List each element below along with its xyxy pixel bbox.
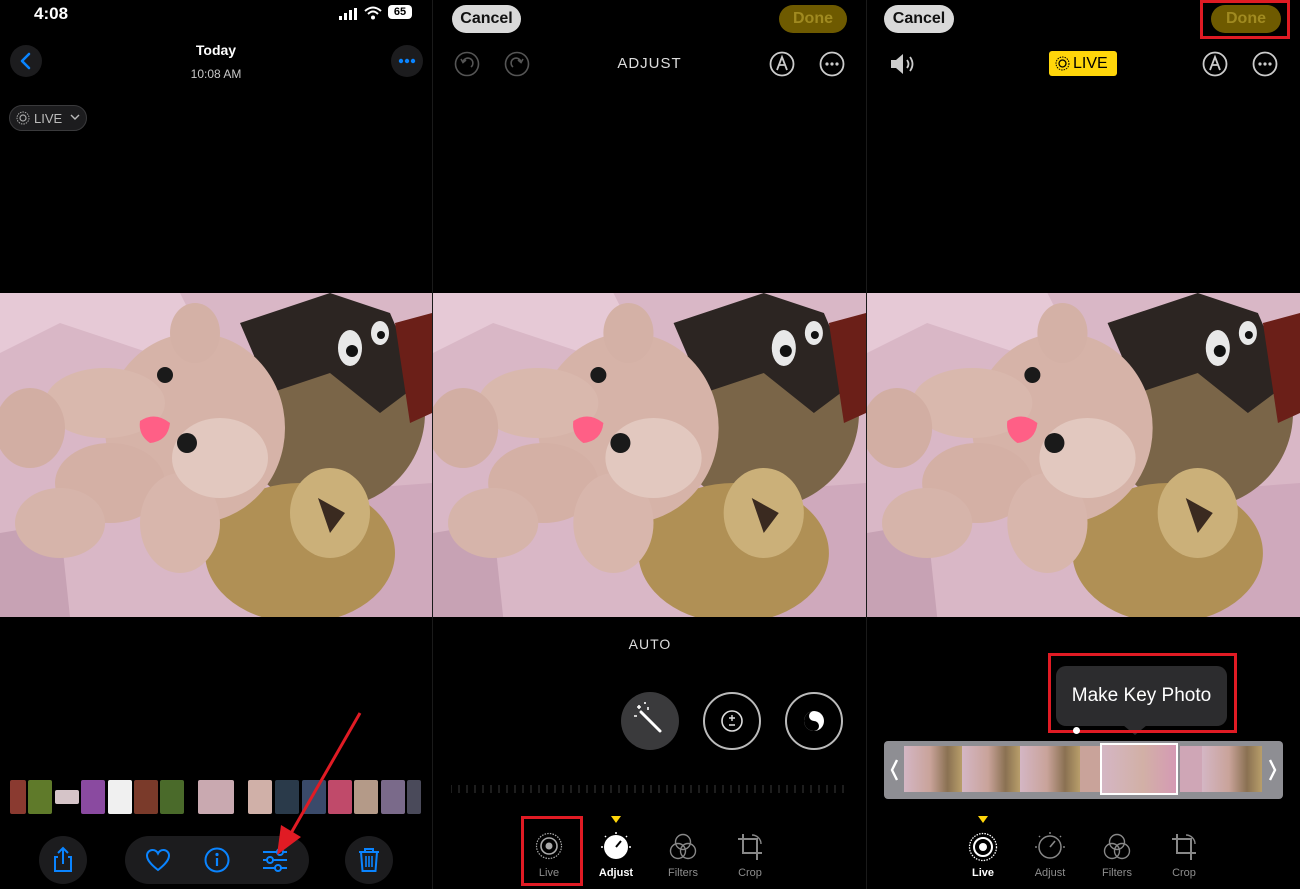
frame-thumbnail[interactable] xyxy=(1020,746,1080,792)
share-icon xyxy=(54,846,72,872)
status-time: 4:08 xyxy=(34,4,69,23)
adjust-icon[interactable] xyxy=(601,832,631,862)
cellular-signal-icon xyxy=(339,8,357,20)
frame-thumbnail[interactable] xyxy=(1180,746,1202,792)
live-icon xyxy=(16,111,30,125)
brilliance-icon xyxy=(804,711,824,731)
live-dropdown[interactable]: LIVE xyxy=(9,105,87,131)
filters-icon[interactable] xyxy=(668,833,698,861)
live-badge[interactable]: LIVE xyxy=(1049,51,1117,76)
header-subtitle: 10:08 AM xyxy=(190,67,242,81)
live-badge-label: LIVE xyxy=(1073,55,1108,72)
highlight-live-tool xyxy=(521,816,583,886)
highlight-done-button xyxy=(1200,0,1290,39)
adjust-slider[interactable] xyxy=(451,782,847,796)
cancel-button[interactable]: Cancel xyxy=(452,5,521,33)
thumbnail[interactable] xyxy=(81,780,105,814)
thumbnail[interactable] xyxy=(134,780,158,814)
more-icon[interactable] xyxy=(819,51,845,77)
photo xyxy=(867,293,1300,617)
thumbnail[interactable] xyxy=(10,780,26,814)
toolbar-filters-label[interactable]: Filters xyxy=(653,867,713,879)
toolbar-adjust-label[interactable]: Adjust xyxy=(1020,867,1080,879)
battery-icon: 65 xyxy=(388,5,412,19)
chevron-down-icon xyxy=(70,114,80,120)
exposure-icon xyxy=(721,710,743,732)
more-button[interactable] xyxy=(391,45,423,77)
thumbnail[interactable] xyxy=(381,780,405,814)
wifi-icon xyxy=(364,6,382,20)
back-button[interactable] xyxy=(10,45,42,77)
heart-icon[interactable] xyxy=(145,848,171,872)
frame-thumbnail[interactable] xyxy=(904,746,962,792)
more-icon[interactable] xyxy=(1252,51,1278,77)
photo xyxy=(433,293,866,617)
undo-icon[interactable] xyxy=(454,51,480,77)
done-button[interactable]: Done xyxy=(779,5,847,33)
crop-icon[interactable] xyxy=(1170,832,1198,862)
toolbar-live-label[interactable]: Live xyxy=(953,867,1013,879)
photo-viewer-panel: 4:08 65 Today 10:08 AM LIVE xyxy=(0,0,432,889)
frame-thumbnail[interactable] xyxy=(962,746,1020,792)
selected-indicator xyxy=(978,816,988,823)
adjust-icon[interactable] xyxy=(1035,832,1065,862)
battery-level: 65 xyxy=(393,6,407,18)
frame-thumbnail[interactable] xyxy=(1202,746,1262,792)
thumbnail[interactable] xyxy=(55,790,79,804)
thumbnail[interactable] xyxy=(28,780,52,814)
header-title: Today xyxy=(195,42,237,58)
key-photo-frame[interactable] xyxy=(1100,743,1178,795)
auto-enhance-button[interactable] xyxy=(621,692,679,750)
more-icon xyxy=(398,58,416,64)
chevron-left-icon xyxy=(890,759,899,781)
share-button[interactable] xyxy=(39,836,87,884)
adjust-panel: Cancel Done ADJUST AUTO Live Adjust Filt… xyxy=(433,0,866,889)
live-dropdown-label: LIVE xyxy=(34,111,63,126)
markup-icon[interactable] xyxy=(1202,51,1228,77)
live-icon[interactable] xyxy=(968,832,998,862)
live-icon xyxy=(1055,56,1070,71)
highlight-make-key-photo xyxy=(1048,653,1237,733)
panel-title: ADJUST xyxy=(617,55,682,72)
thumbnail[interactable] xyxy=(198,780,234,814)
annotation-arrow xyxy=(277,712,362,855)
toolbar-filters-label[interactable]: Filters xyxy=(1087,867,1147,879)
thumbnail[interactable] xyxy=(108,780,132,814)
back-chevron-icon xyxy=(20,52,31,70)
scrubber-dot xyxy=(1073,727,1080,734)
toolbar-adjust-label[interactable]: Adjust xyxy=(586,867,646,879)
toolbar-crop-label[interactable]: Crop xyxy=(720,867,780,879)
frame-scrubber[interactable] xyxy=(884,741,1283,799)
exposure-button[interactable] xyxy=(703,692,761,750)
selected-indicator xyxy=(611,816,621,823)
magic-wand-icon xyxy=(634,702,662,733)
crop-icon[interactable] xyxy=(736,832,764,862)
brilliance-button[interactable] xyxy=(785,692,843,750)
redo-icon[interactable] xyxy=(504,51,530,77)
info-icon[interactable] xyxy=(204,847,230,873)
speaker-icon[interactable] xyxy=(889,52,919,76)
auto-label: AUTO xyxy=(628,636,672,652)
cancel-button[interactable]: Cancel xyxy=(884,5,954,33)
photo xyxy=(0,293,432,617)
frame-thumbnail[interactable] xyxy=(1080,746,1100,792)
live-edit-panel: Cancel Done LIVE Make Key Photo Live Adj… xyxy=(867,0,1300,889)
filters-icon[interactable] xyxy=(1102,833,1132,861)
toolbar-crop-label[interactable]: Crop xyxy=(1154,867,1214,879)
chevron-right-icon xyxy=(1268,759,1277,781)
markup-icon[interactable] xyxy=(769,51,795,77)
thumbnail[interactable] xyxy=(407,780,421,814)
thumbnail[interactable] xyxy=(160,780,184,814)
